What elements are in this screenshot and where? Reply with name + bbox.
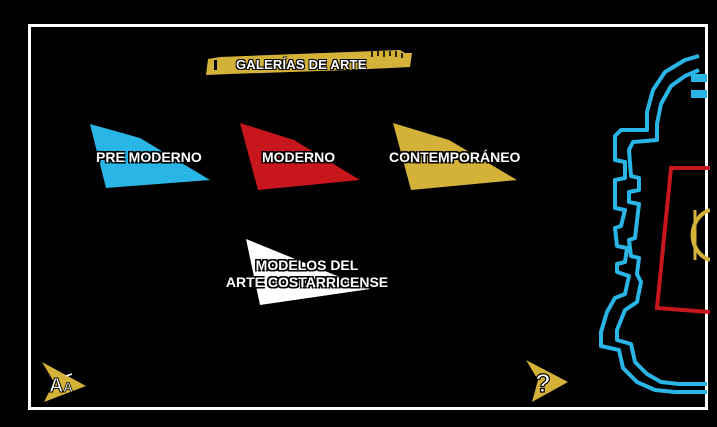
svg-text:A: A	[63, 379, 73, 395]
font-size-icon: A A	[42, 362, 86, 402]
help-question-icon: ?	[526, 360, 568, 402]
gallery-pre-moderno-button[interactable]: PRE MODERNO	[86, 120, 216, 195]
gallery-contemporaneo-label: CONTEMPORÁNEO	[389, 149, 521, 165]
svg-text:A: A	[49, 375, 63, 397]
decorative-figure-illustration	[599, 54, 710, 394]
svg-text:?: ?	[535, 368, 551, 398]
gallery-pre-moderno-label: PRE MODERNO	[96, 149, 202, 165]
gallery-moderno-button[interactable]: MODERNO	[236, 120, 366, 195]
gallery-modelos-label-line1: MODELOS DEL	[255, 257, 359, 273]
help-button[interactable]: ?	[522, 356, 572, 406]
page-title: GALERÍAS DE ARTE	[236, 57, 367, 72]
gallery-modelos-label-line2: ARTE COSTARRICENSE	[225, 274, 389, 290]
gallery-modelos-arte-costarricense-button[interactable]: MODELOS DEL ARTE COSTARRICENSE	[220, 235, 395, 310]
page-title-banner: GALERÍAS DE ARTE	[200, 45, 415, 83]
gallery-contemporaneo-button[interactable]: CONTEMPORÁNEO	[385, 120, 530, 195]
app-screen: GALERÍAS DE ARTE PRE MODERNO MODERNO CON…	[0, 0, 717, 427]
gallery-modelos-label: MODELOS DEL ARTE COSTARRICENSE	[222, 257, 392, 291]
gallery-moderno-label: MODERNO	[262, 149, 336, 165]
font-size-button[interactable]: A A	[40, 358, 90, 406]
